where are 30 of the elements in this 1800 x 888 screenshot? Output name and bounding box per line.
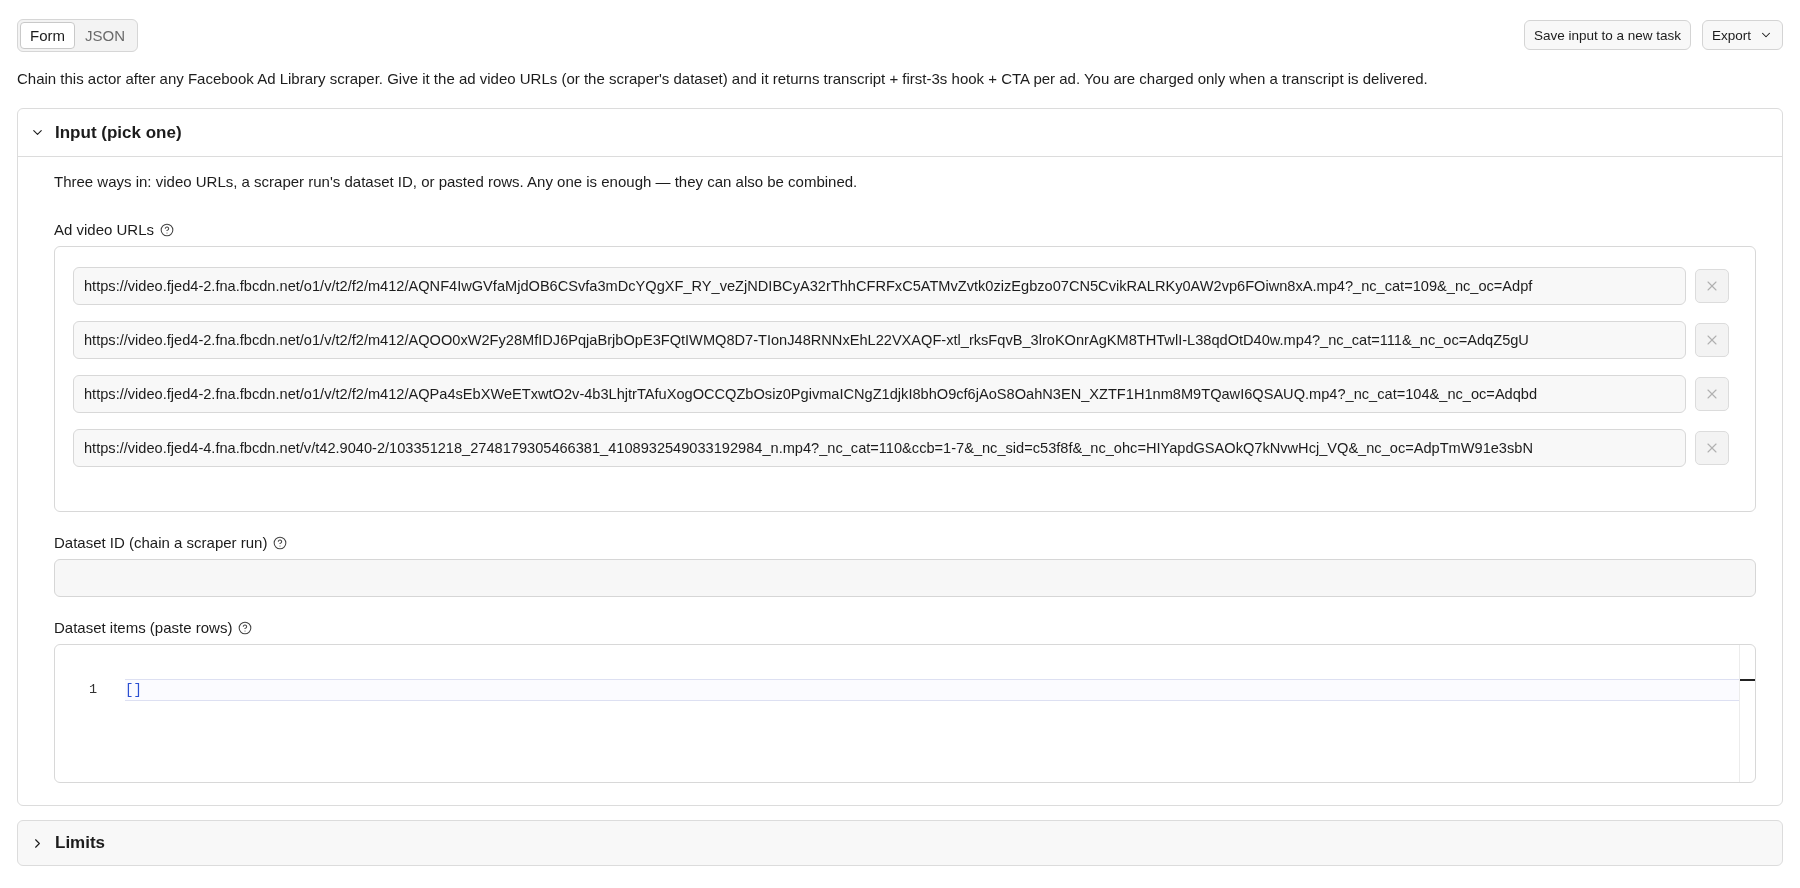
remove-button[interactable]: [1695, 431, 1729, 465]
code-editor[interactable]: 1 []: [54, 644, 1756, 783]
save-button[interactable]: Save input to a new task: [1523, 20, 1691, 50]
description-text: Chain this actor after any Facebook Ad Library scraper. Give it the ad video URLs (or the scraper's dataset) and it returns transcript + first-3s hook + CTA per ad. You are charged only when a transcript is delivered.: [17, 69, 1429, 89]
input-field[interactable]: [54, 559, 1756, 597]
field-label: Dataset ID (chain a scraper run): [54, 533, 268, 553]
remove-button[interactable]: [1695, 269, 1729, 303]
scrollbar[interactable]: [1739, 645, 1755, 782]
help-icon[interactable]: [273, 536, 288, 550]
url-field[interactable]: https://video.fjed4-2.fna.fbcdn.net/o1/v/t2/f2/m412/AQPa4sEbXWeETxwtO2v-4b3LhjtrTAfuXogOCCQZbOsiz0PgivmaICNgZ1djkI8bhO9cf6jAoS8OahN3EN_XZTF1H1nm8M9TQawI6QSAUQ.mp4?_nc_cat=104&_nc_oc=Adqbd: [73, 375, 1686, 413]
url-field[interactable]: https://video.fjed4-4.fna.fbcdn.net/v/t42.9040-2/103351218_2748179305466381_4108932549033192984_n.mp4?_nc_cat=110&ccb=1-7&_nc_sid=c53f8f&_nc_ohc=HIYapdGSAOkQ7kNvwHcj_VQ&_nc_oc=AdpTmW91e3sbN: [73, 429, 1686, 467]
scrollbar-thumb[interactable]: [1740, 679, 1755, 681]
field-label: Dataset items (paste rows): [54, 618, 233, 638]
code-text: []: [125, 682, 142, 698]
section-header[interactable]: Limits: [18, 821, 1782, 865]
remove-button[interactable]: [1695, 323, 1729, 357]
line-number: 1: [87, 681, 98, 699]
section-title: Limits: [55, 833, 106, 853]
remove-button[interactable]: [1695, 377, 1729, 411]
section-intro: Three ways in: video URLs, a scraper run's dataset ID, or pasted rows. Any one is enough — they can also be combined.: [54, 172, 859, 192]
section-title: Input (pick one): [55, 122, 182, 143]
help-icon[interactable]: [160, 223, 175, 237]
field-label: Ad video URLs: [54, 220, 155, 240]
view-tab[interactable]: Form: [20, 21, 75, 49]
url-field[interactable]: https://video.fjed4-2.fna.fbcdn.net/o1/v/t2/f2/m412/AQNF4IwGVfaMjdOB6CSvfa3mDcYQgXF_RY_veZjNDIBCyA32rThhCFRFxC5ATMvZvtk0zizEgbzo07CN5CvikRALRKy0AW2vp6FOiwn8xA.mp4?_nc_cat=109&_nc_oc=Adpf: [73, 267, 1686, 305]
url-field[interactable]: https://video.fjed4-2.fna.fbcdn.net/o1/v/t2/f2/m412/AQOO0xW2Fy28MfIDJ6PqjaBrjbOpE3FQtIWMQ8D7-TIonJ48RNNxEhL22VXAQF-xtl_rksFqvB_3lroKOnrAgKM8THTwlI-L38qdOtD40w.mp4?_nc_cat=111&_nc_oc=AdqZ5gU: [73, 321, 1686, 359]
view-tab[interactable]: JSON: [75, 21, 135, 49]
section-header[interactable]: Input (pick one): [18, 109, 1782, 157]
help-icon[interactable]: [238, 621, 253, 635]
export-dropdown[interactable]: Export: [1701, 20, 1783, 50]
